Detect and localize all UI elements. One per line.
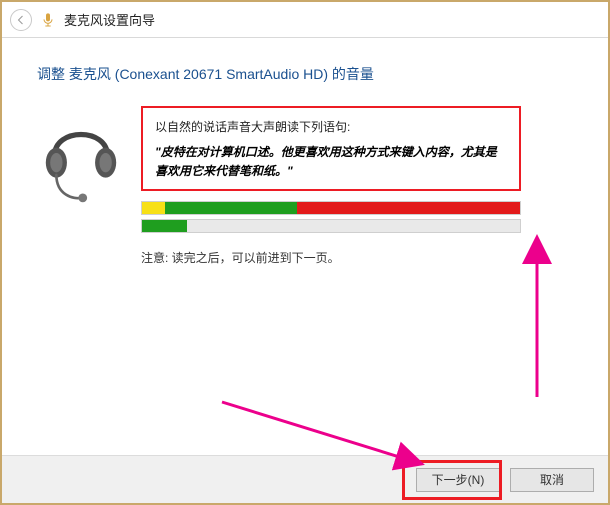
instruction-callout: 以自然的说话声音大声朗读下列语句: "皮特在对计算机口述。他更喜欢用这种方式来键… — [141, 106, 521, 191]
next-button[interactable]: 下一步(N) — [416, 468, 500, 492]
arrow-left-icon — [15, 14, 27, 26]
meter-segment — [142, 202, 165, 214]
window-title: 麦克风设置向导 — [64, 10, 155, 29]
instruction-text: 以自然的说话声音大声朗读下列语句: — [155, 118, 507, 135]
volume-meter-1 — [141, 201, 521, 215]
note-text: 注意: 读完之后，可以前进到下一页。 — [141, 249, 573, 266]
page-heading: 调整 麦克风 (Conexant 20671 SmartAudio HD) 的音… — [37, 64, 573, 84]
meter-segment — [165, 202, 297, 214]
headset-illustration — [37, 106, 125, 213]
volume-meter-2 — [141, 219, 521, 233]
read-aloud-sentence: "皮特在对计算机口述。他更喜欢用这种方式来键入内容，尤其是喜欢用它来代替笔和纸。… — [155, 143, 507, 181]
meter-segment — [142, 220, 187, 232]
meter-segment — [297, 202, 520, 214]
back-button[interactable] — [10, 9, 32, 31]
cancel-button[interactable]: 取消 — [510, 468, 594, 492]
microphone-icon — [40, 12, 56, 28]
volume-meters — [141, 201, 521, 233]
